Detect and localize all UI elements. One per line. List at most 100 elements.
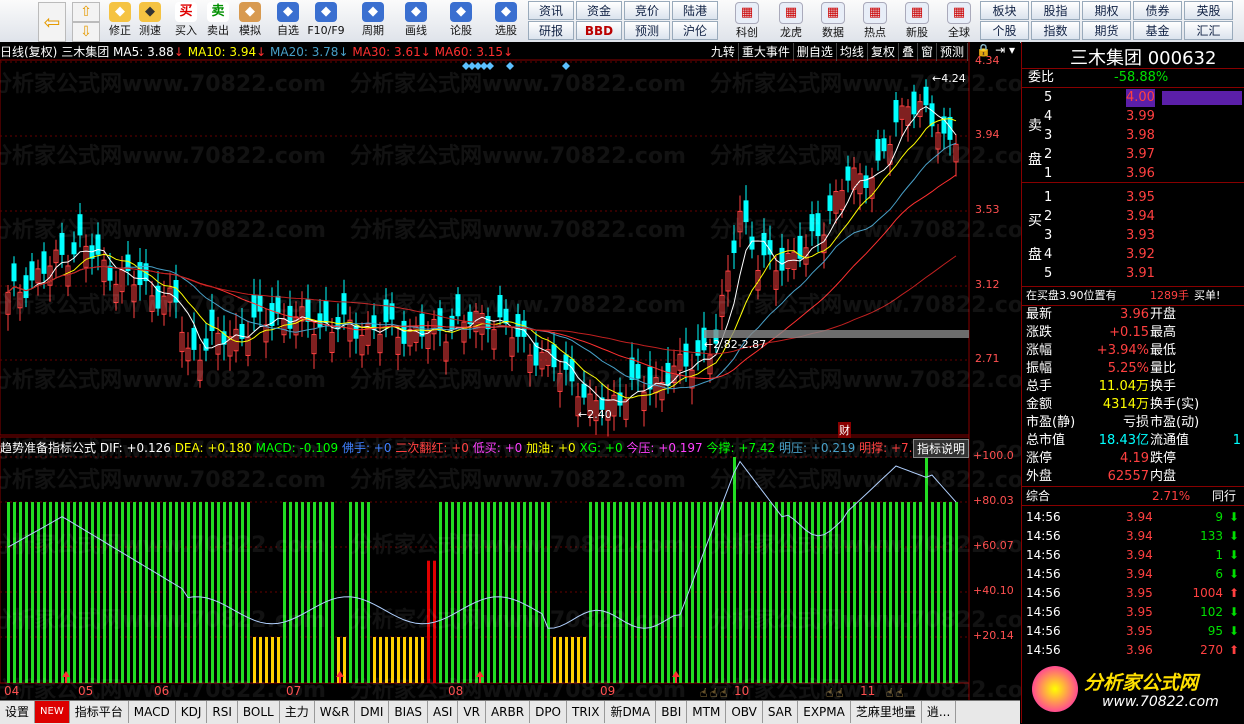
tab-EXPMA[interactable]: EXPMA <box>798 701 851 723</box>
up-arrow-icon[interactable]: ⇧ <box>72 2 100 22</box>
dm-label: 低买: +0 <box>472 441 523 455</box>
finance-marker[interactable]: 财 <box>838 422 851 438</box>
toolbar-button-4[interactable]: ◆ 模拟 <box>230 0 270 42</box>
toolbar-button-数据[interactable]: ▦ 数据 <box>814 0 852 42</box>
down-arrow-icon: ⬇ <box>1228 510 1239 524</box>
toolbar-button-龙虎[interactable]: ▦ 龙虎 <box>772 0 810 42</box>
tab-DMI[interactable]: DMI <box>355 701 390 723</box>
tab-设置[interactable]: 设置 <box>0 701 36 723</box>
tick-row: 14:56 3.94 6 ⬇ <box>1026 567 1239 581</box>
toolbar-grid-button[interactable]: 指数 <box>1031 21 1080 40</box>
watermark: 分析家公式网www.70822.com <box>0 72 326 97</box>
indicator-axis-label: +100.0 <box>973 449 1014 462</box>
volume-bar <box>1162 91 1242 105</box>
tab-VR[interactable]: VR <box>458 701 486 723</box>
toolbar-grid-button[interactable]: 个股 <box>980 21 1029 40</box>
tab-MTM[interactable]: MTM <box>687 701 727 723</box>
toolbar-button-热点[interactable]: ▦ 热点 <box>856 0 894 42</box>
chart-button[interactable]: 预测 <box>937 43 968 61</box>
tab-BIAS[interactable]: BIAS <box>389 701 429 723</box>
toolbar-grid-button[interactable]: 基金 <box>1133 21 1182 40</box>
chart-button[interactable]: 复权 <box>868 43 899 61</box>
toolbar-grid-button[interactable]: 板块 <box>980 1 1029 20</box>
sell-level-row[interactable]: 3 3.98 <box>1022 127 1244 145</box>
toolbar-grid-button[interactable]: BBD <box>576 21 622 40</box>
toolbar-grid-button[interactable]: 股指 <box>1031 1 1080 20</box>
toolbar-button-新股[interactable]: ▦ 新股 <box>898 0 936 42</box>
toolbar-button-9[interactable]: ◆ 论股 <box>441 0 481 42</box>
chart-button[interactable]: 九转 <box>708 43 739 61</box>
toolbar-grid-button[interactable]: 资金 <box>576 1 622 20</box>
high-annotation: ←4.24 <box>932 72 966 85</box>
toolbar-button-8[interactable]: ◆ 画线 <box>396 0 436 42</box>
toolbar-button-label: F10/F9 <box>307 24 345 37</box>
toolbar-button-10[interactable]: ◆ 选股 <box>486 0 526 42</box>
tab-SAR[interactable]: SAR <box>763 701 799 723</box>
chart-button[interactable]: 重大事件 <box>739 43 794 61</box>
kline-chart[interactable]: ☝ ☝ ☝ ☝ ☝ ☝ ☝ 分析家公式网www.70822.com 分析家公式网www.708… <box>0 42 1046 703</box>
chart-button[interactable]: 叠 <box>899 43 918 61</box>
chart-button[interactable]: 均线 <box>837 43 868 61</box>
sell-level-row[interactable]: 2 3.97 <box>1022 146 1244 164</box>
tab-逍...[interactable]: 逍... <box>922 701 957 723</box>
toolbar-grid-button[interactable]: 英股 <box>1184 1 1233 20</box>
chart-button[interactable]: 窗 <box>918 43 937 61</box>
down-arrow-icon[interactable]: ⇩ <box>72 22 100 42</box>
logo: 分析家公式网 www.70822.com <box>1032 662 1242 718</box>
toolbar-button-科创[interactable]: ▦ 科创 <box>728 0 766 42</box>
tick-row: 14:56 3.94 1 ⬇ <box>1026 548 1239 562</box>
toolbar-button-全球[interactable]: ▦ 全球 <box>940 0 978 42</box>
toolbar-grid-button[interactable]: 资讯 <box>528 1 574 20</box>
candle-body <box>341 293 347 315</box>
sell-level-row[interactable]: 1 3.96 <box>1022 165 1244 183</box>
tab-BBI[interactable]: BBI <box>656 701 688 723</box>
toolbar-grid-button[interactable]: 期货 <box>1082 21 1131 40</box>
tab-TRIX[interactable]: TRIX <box>567 701 606 723</box>
ma10-label: MA10: 3.94 <box>187 45 257 59</box>
toolbar-grid-button[interactable]: 汇汇 <box>1184 21 1233 40</box>
toolbar-icon: ▦ <box>779 2 803 24</box>
chart-button[interactable]: 删自选 <box>794 43 837 61</box>
indicator-axis-label: +80.03 <box>973 494 1014 507</box>
back-arrow-icon[interactable]: ⇦ <box>38 2 66 42</box>
date-axis-label: 09 <box>600 684 616 698</box>
toolbar-grid-button[interactable]: 陆港 <box>672 1 718 20</box>
candle-body <box>827 195 833 212</box>
tab-主力[interactable]: 主力 <box>280 701 315 723</box>
buy-level-row[interactable]: 1 3.95 <box>1022 189 1244 207</box>
tab-MACD[interactable]: MACD <box>129 701 176 723</box>
toolbar-grid-button[interactable]: 沪伦 <box>672 21 718 40</box>
toolbar-button-7[interactable]: ◆ 周期 <box>353 0 393 42</box>
tab-DPO[interactable]: DPO <box>530 701 567 723</box>
tab-ARBR[interactable]: ARBR <box>486 701 531 723</box>
sell-level-row[interactable]: 5 4.00 <box>1022 89 1244 107</box>
buy-level-row[interactable]: 5 3.91 <box>1022 265 1244 283</box>
tab-NEW[interactable]: NEW <box>35 701 70 723</box>
toolbar-button-6[interactable]: ◆ F10/F9 <box>306 0 346 42</box>
buy-level-row[interactable]: 3 3.93 <box>1022 227 1244 245</box>
tab-新DMA[interactable]: 新DMA <box>605 701 657 723</box>
toolbar-grid-button[interactable]: 竞价 <box>624 1 670 20</box>
toolbar-grid-button[interactable]: 预测 <box>624 21 670 40</box>
sell-level-row[interactable]: 4 3.99 <box>1022 108 1244 126</box>
indicator-help-button[interactable]: 指标说明 <box>913 439 970 458</box>
zonghe-row: 综合 2.71% 同行 <box>1022 486 1244 506</box>
tab-W&R[interactable]: W&R <box>315 701 356 723</box>
buy-level-row[interactable]: 4 3.92 <box>1022 246 1244 264</box>
toolbar-grid-button[interactable]: 研报 <box>528 21 574 40</box>
tab-OBV[interactable]: OBV <box>726 701 763 723</box>
tab-RSI[interactable]: RSI <box>207 701 238 723</box>
down-arrow-icon: ⬇ <box>1228 624 1239 638</box>
tab-BOLL[interactable]: BOLL <box>238 701 280 723</box>
tab-KDJ[interactable]: KDJ <box>176 701 208 723</box>
toolbar-grid-button[interactable]: 债券 <box>1133 1 1182 20</box>
ma20-line <box>7 142 957 390</box>
candle-body <box>191 327 197 350</box>
tab-ASI[interactable]: ASI <box>428 701 459 723</box>
toolbar-button-5[interactable]: ◆ 自选 <box>268 0 308 42</box>
tab-指标平台[interactable]: 指标平台 <box>70 701 129 723</box>
tab-芝麻里地量[interactable]: 芝麻里地量 <box>851 701 922 723</box>
toolbar-button-1[interactable]: ◆ 测速 <box>130 0 170 42</box>
toolbar-grid-button[interactable]: 期权 <box>1082 1 1131 20</box>
buy-level-row[interactable]: 2 3.94 <box>1022 208 1244 226</box>
